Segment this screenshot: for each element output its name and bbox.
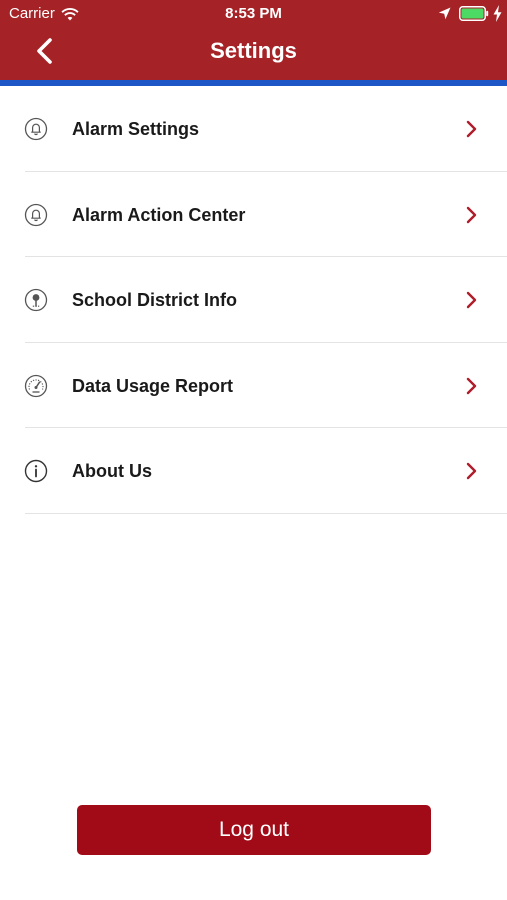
menu-item-label: Data Usage Report bbox=[72, 375, 234, 396]
menu-item-label: School District Info bbox=[72, 290, 238, 310]
bell-icon bbox=[24, 117, 48, 141]
info-icon bbox=[24, 459, 48, 483]
chevron-right-icon bbox=[466, 291, 477, 309]
menu-item-alarm-settings[interactable]: Alarm Settings bbox=[0, 86, 507, 172]
charging-bolt-icon bbox=[493, 5, 502, 22]
menu-item-alarm-action-center[interactable]: Alarm Action Center bbox=[0, 172, 507, 257]
location-arrow-icon bbox=[438, 7, 451, 20]
chevron-right-icon bbox=[466, 120, 477, 138]
chevron-right-icon bbox=[466, 206, 477, 223]
status-time: 8:53 PM bbox=[225, 5, 282, 22]
chevron-right-icon bbox=[466, 377, 477, 394]
settings-menu: Alarm Settings Alarm Action Center Schoo… bbox=[0, 86, 507, 514]
page-title: Settings bbox=[210, 38, 297, 63]
menu-item-label: About Us bbox=[72, 461, 152, 481]
status-bar: Carrier 8:53 PM bbox=[0, 0, 507, 28]
chevron-right-icon bbox=[466, 462, 477, 480]
battery-full-icon bbox=[459, 6, 489, 21]
menu-item-data-usage-report[interactable]: Data Usage Report bbox=[0, 343, 507, 428]
divider bbox=[25, 512, 507, 514]
bell-icon bbox=[24, 203, 48, 226]
location-pin-icon bbox=[24, 288, 48, 312]
logout-button[interactable]: Log out bbox=[77, 805, 431, 855]
menu-item-label: Alarm Action Center bbox=[72, 204, 246, 225]
menu-item-school-district-info[interactable]: School District Info bbox=[0, 257, 507, 343]
menu-item-label: Alarm Settings bbox=[72, 119, 200, 139]
menu-item-about-us[interactable]: About Us bbox=[0, 428, 507, 514]
gauge-icon bbox=[24, 374, 48, 397]
